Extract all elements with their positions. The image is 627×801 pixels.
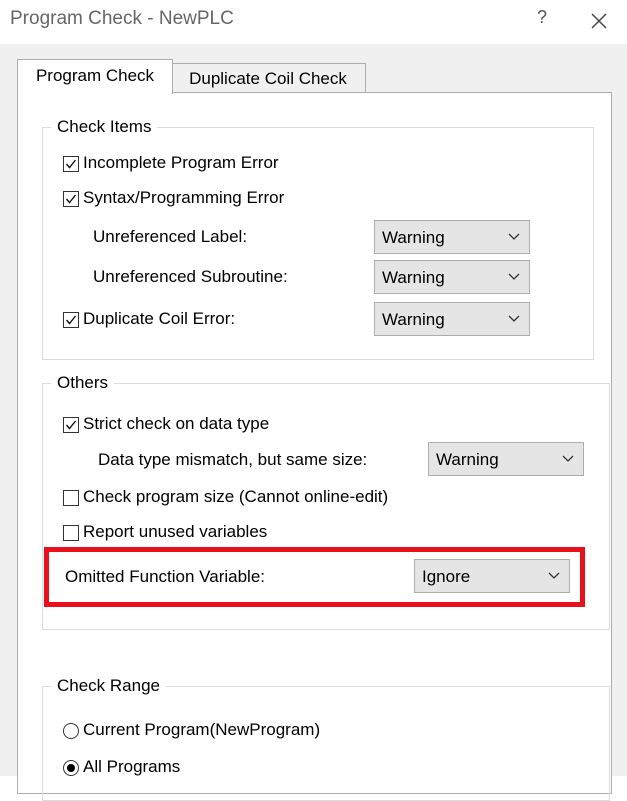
tab-duplicate-coil-check[interactable]: Duplicate Coil Check <box>171 63 366 94</box>
unreferenced-label-dropdown[interactable]: Warning <box>374 220 530 254</box>
others-legend: Others <box>51 373 115 393</box>
check-mark-icon <box>65 159 77 169</box>
syntax-programming-error-checkbox[interactable] <box>63 191 79 207</box>
highlight-box <box>44 547 585 607</box>
data-type-mismatch-label: Data type mismatch, but same size: <box>98 450 368 469</box>
chevron-down-icon <box>562 455 574 462</box>
close-icon <box>591 13 607 29</box>
dialog-client-area: Program Check Duplicate Coil Check Check… <box>0 44 627 801</box>
check-items-legend: Check Items <box>51 117 158 137</box>
data-type-mismatch-dropdown[interactable]: Warning <box>428 442 584 476</box>
chevron-down-icon <box>508 315 520 322</box>
check-program-size-checkbox[interactable] <box>63 490 79 506</box>
syntax-programming-error-label: Syntax/Programming Error <box>83 188 285 207</box>
report-unused-checkbox[interactable] <box>63 525 79 541</box>
chevron-down-icon <box>508 273 520 280</box>
unreferenced-subroutine-label: Unreferenced Subroutine: <box>93 267 288 286</box>
chevron-down-icon <box>508 233 520 240</box>
all-programs-radio[interactable] <box>63 760 79 776</box>
tab-panel: Check Items Incomplete Program Error Syn… <box>17 92 612 801</box>
all-programs-label: All Programs <box>83 757 181 776</box>
strict-check-label: Strict check on data type <box>83 414 270 433</box>
check-range-legend: Check Range <box>51 676 167 696</box>
duplicate-coil-error-dropdown[interactable]: Warning <box>374 302 530 336</box>
tab-program-check[interactable]: Program Check <box>17 59 173 94</box>
report-unused-label: Report unused variables <box>83 522 268 541</box>
data-type-mismatch-value: Warning <box>436 450 499 469</box>
check-mark-icon <box>65 315 77 325</box>
current-program-radio[interactable] <box>63 723 79 739</box>
window-title: Program Check - NewPLC <box>10 8 234 29</box>
unreferenced-subroutine-value: Warning <box>382 268 445 287</box>
check-program-size-label: Check program size (Cannot online-edit) <box>83 487 389 506</box>
check-mark-icon <box>65 420 77 430</box>
unreferenced-label-value: Warning <box>382 228 445 247</box>
incomplete-program-error-label: Incomplete Program Error <box>83 153 279 172</box>
radio-dot <box>67 764 75 772</box>
strict-check-checkbox[interactable] <box>63 417 79 433</box>
current-program-label: Current Program(NewProgram) <box>83 720 321 739</box>
title-bar: Program Check - NewPLC ? <box>0 0 627 44</box>
close-button[interactable] <box>586 6 612 34</box>
unreferenced-subroutine-dropdown[interactable]: Warning <box>374 260 530 294</box>
check-range-group: Check Range Current Program(NewProgram) … <box>42 676 610 801</box>
unreferenced-label-label: Unreferenced Label: <box>93 227 248 246</box>
incomplete-program-error-checkbox[interactable] <box>63 156 79 172</box>
duplicate-coil-error-label: Duplicate Coil Error: <box>83 309 236 328</box>
duplicate-coil-error-checkbox[interactable] <box>63 312 79 328</box>
help-button[interactable]: ? <box>530 7 554 33</box>
check-items-group: Check Items Incomplete Program Error Syn… <box>42 117 594 360</box>
check-mark-icon <box>65 194 77 204</box>
duplicate-coil-error-value: Warning <box>382 310 445 329</box>
